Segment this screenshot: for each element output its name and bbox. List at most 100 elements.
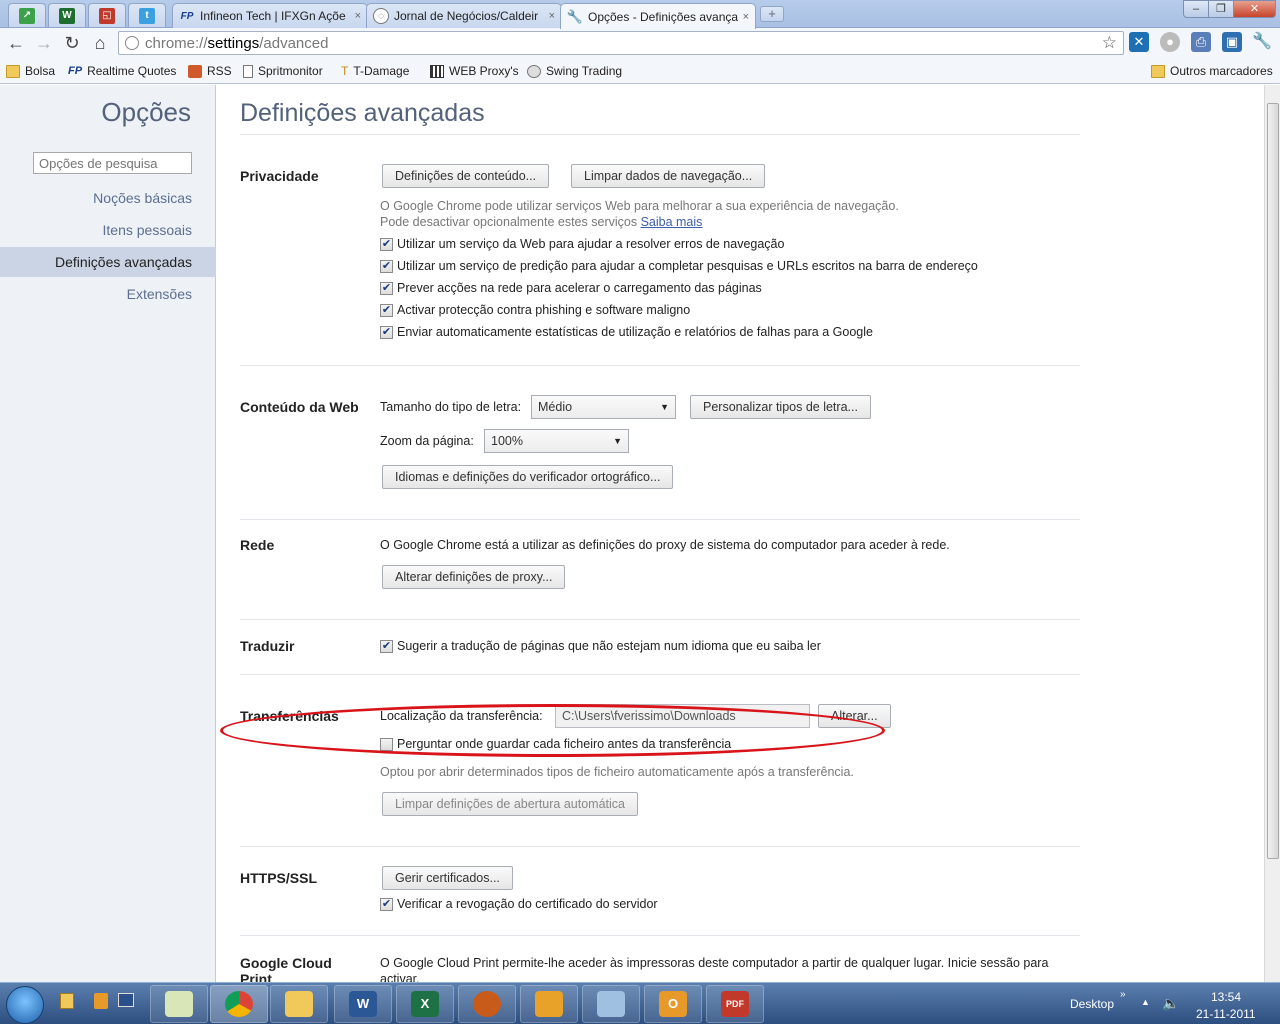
languages-button[interactable]: Idiomas e definições do verificador orto… — [382, 465, 674, 489]
page-zoom-value: 100% — [491, 434, 523, 448]
checkbox-prediction-service[interactable]: ✔ Utilizar um serviço de predição para aj… — [380, 259, 978, 273]
close-tab-icon[interactable]: × — [355, 10, 361, 22]
bookmark-bolsa[interactable]: Bolsa — [6, 62, 55, 80]
clear-browsing-data-button[interactable]: Limpar dados de navegação... — [571, 164, 766, 188]
tab-infineon[interactable]: FP Infineon Tech | IFXGn Açõe × — [172, 3, 368, 28]
forward-arrow-icon[interactable]: → — [33, 32, 55, 54]
customize-fonts-button[interactable]: Personalizar tipos de letra... — [690, 395, 871, 419]
taskbar-outlook[interactable]: O — [644, 985, 702, 1023]
checkbox-checked-icon[interactable]: ✔ — [380, 237, 393, 251]
checkbox-checked-icon[interactable]: ✔ — [380, 303, 393, 317]
quicklaunch-desktop-icon[interactable] — [118, 993, 134, 1007]
font-size-select[interactable]: Médio ▼ — [531, 395, 676, 419]
scrollbar-thumb[interactable] — [1267, 103, 1279, 859]
bookmark-label: Realtime Quotes — [87, 64, 177, 78]
pinned-tab-twitter[interactable]: t — [128, 3, 166, 27]
pinned-tab-w-app[interactable]: W — [48, 3, 86, 27]
taskbar-chrome[interactable] — [210, 985, 268, 1023]
checkbox-checked-icon[interactable]: ✔ — [380, 259, 393, 273]
content-settings-button[interactable]: Definições de conteúdo... — [382, 164, 550, 188]
back-arrow-icon[interactable]: ← — [5, 32, 27, 54]
speaker-icon[interactable]: 🔈 — [1162, 995, 1179, 1012]
checkbox-navigation-errors[interactable]: ✔ Utilizar um serviço da Web para ajudar … — [380, 237, 784, 251]
dropdown-arrow-icon: ▼ — [613, 436, 622, 446]
quicklaunch-outlook-icon[interactable] — [94, 993, 108, 1009]
checkbox-checked-icon[interactable]: ✔ — [380, 325, 393, 339]
extension-circle-icon[interactable]: ● — [1160, 32, 1180, 52]
privacy-description-2: Pode desactivar opcionalmente estes serv… — [380, 215, 702, 229]
taskbar-notepad[interactable] — [582, 985, 640, 1023]
vertical-scrollbar[interactable] — [1264, 85, 1280, 982]
tray-arrow-icon[interactable]: ▲ — [1141, 997, 1150, 1007]
extension-x-icon[interactable]: ✕ — [1129, 32, 1149, 52]
checkbox-label: Perguntar onde guardar cada ficheiro ant… — [397, 737, 732, 751]
desktop-toolbar-label[interactable]: Desktop — [1070, 997, 1114, 1011]
bookmark-realtime-quotes[interactable]: FP Realtime Quotes — [68, 62, 176, 80]
cloud-print-description-2: activar. — [380, 972, 420, 982]
checkbox-usage-stats[interactable]: ✔ Enviar automaticamente estatísticas de … — [380, 325, 873, 339]
maximize-button[interactable]: ❐ — [1208, 0, 1234, 18]
sidebar-item-personal[interactable]: Itens pessoais — [0, 215, 216, 245]
proxy-settings-button[interactable]: Alterar definições de proxy... — [382, 565, 566, 589]
bookmark-other[interactable]: Outros marcadores — [1151, 62, 1273, 80]
close-tab-icon[interactable]: × — [743, 11, 749, 23]
reset-auto-open-button[interactable]: Limpar definições de abertura automática — [382, 792, 638, 816]
close-window-button[interactable]: ✕ — [1233, 0, 1276, 18]
change-location-button[interactable]: Alterar... — [818, 704, 891, 728]
folder-icon — [6, 64, 20, 78]
extension-screen-icon[interactable]: ▣ — [1222, 32, 1242, 52]
divider — [240, 619, 1080, 620]
section-title-cloud-print: Google Cloud — [240, 955, 332, 971]
taskbar-pdf[interactable]: PDF — [706, 985, 764, 1023]
taskbar-folder[interactable] — [270, 985, 328, 1023]
taskbar-bird-app[interactable] — [520, 985, 578, 1023]
extension-print-icon[interactable]: ⎙ — [1191, 32, 1211, 52]
bookmark-spritmonitor[interactable]: Spritmonitor — [243, 62, 323, 80]
checkbox-label: Utilizar um serviço da Web para ajudar a… — [397, 237, 785, 251]
bookmark-label: RSS — [207, 64, 232, 78]
close-tab-icon[interactable]: × — [549, 10, 555, 22]
bookmark-swing-trading[interactable]: Swing Trading — [527, 62, 622, 80]
checkbox-unchecked-icon[interactable] — [380, 737, 393, 751]
tab-jornal[interactable]: ◌ Jornal de Negócios/Caldeir × — [366, 3, 562, 28]
reload-icon[interactable]: ↻ — [61, 32, 83, 54]
checkbox-checked-icon[interactable]: ✔ — [380, 639, 393, 653]
pinned-tab-chart[interactable]: ↗ — [8, 3, 46, 27]
minimize-button[interactable]: – — [1183, 0, 1209, 18]
learn-more-link[interactable]: Saiba mais — [641, 215, 703, 229]
new-tab-button[interactable]: + — [760, 6, 784, 22]
taskbar-explorer[interactable] — [150, 985, 208, 1023]
manage-certificates-button[interactable]: Gerir certificados... — [382, 866, 513, 890]
pinned-tab-gadget[interactable]: ◱ — [88, 3, 126, 27]
taskbar-word[interactable]: W — [334, 985, 392, 1023]
clock-date[interactable]: 21-11-2011 — [1196, 1007, 1256, 1021]
checkbox-phishing-protection[interactable]: ✔ Activar protecção contra phishing e sof… — [380, 303, 690, 317]
clock-time[interactable]: 13:54 — [1211, 990, 1241, 1004]
checkbox-prefetch[interactable]: ✔ Prever acções na rede para acelerar o c… — [380, 281, 762, 295]
checkbox-ask-download-location[interactable]: Perguntar onde guardar cada ficheiro ant… — [380, 737, 731, 751]
checkbox-offer-translate[interactable]: ✔ Sugerir a tradução de páginas que não e… — [380, 639, 821, 653]
start-button[interactable] — [6, 986, 44, 1024]
address-bar[interactable]: chrome://settings/advanced ☆ — [118, 31, 1124, 55]
sidebar-item-extensions[interactable]: Extensões — [0, 279, 216, 309]
checkbox-checked-icon[interactable]: ✔ — [380, 897, 393, 911]
chevron-icon[interactable]: » — [1120, 989, 1126, 1000]
bookmark-web-proxys[interactable]: WEB Proxy's — [430, 62, 519, 80]
wrench-menu-icon[interactable]: 🔧 — [1252, 32, 1272, 52]
taskbar-excel[interactable]: X — [396, 985, 454, 1023]
download-location-field[interactable]: C:\Users\fverissimo\Downloads — [555, 704, 810, 728]
sidebar-item-advanced[interactable]: Definições avançadas — [0, 247, 216, 277]
checkbox-checked-icon[interactable]: ✔ — [380, 281, 393, 295]
bookmark-t-damage[interactable]: T T-Damage — [341, 62, 409, 80]
taskbar-firefox[interactable] — [458, 985, 516, 1023]
checkbox-cert-revocation[interactable]: ✔ Verificar a revogação do certificado do… — [380, 897, 658, 911]
fp-icon: FP — [68, 65, 83, 77]
star-icon[interactable]: ☆ — [1102, 33, 1117, 53]
tab-settings[interactable]: 🔧 Opções - Definições avança × — [560, 3, 756, 29]
home-icon[interactable]: ⌂ — [89, 32, 111, 54]
sidebar-item-basics[interactable]: Noções básicas — [0, 183, 216, 213]
search-input[interactable] — [33, 152, 192, 174]
page-zoom-select[interactable]: 100% ▼ — [484, 429, 629, 453]
quicklaunch-folder-icon[interactable] — [60, 993, 74, 1009]
bookmark-rss[interactable]: RSS — [188, 62, 232, 80]
